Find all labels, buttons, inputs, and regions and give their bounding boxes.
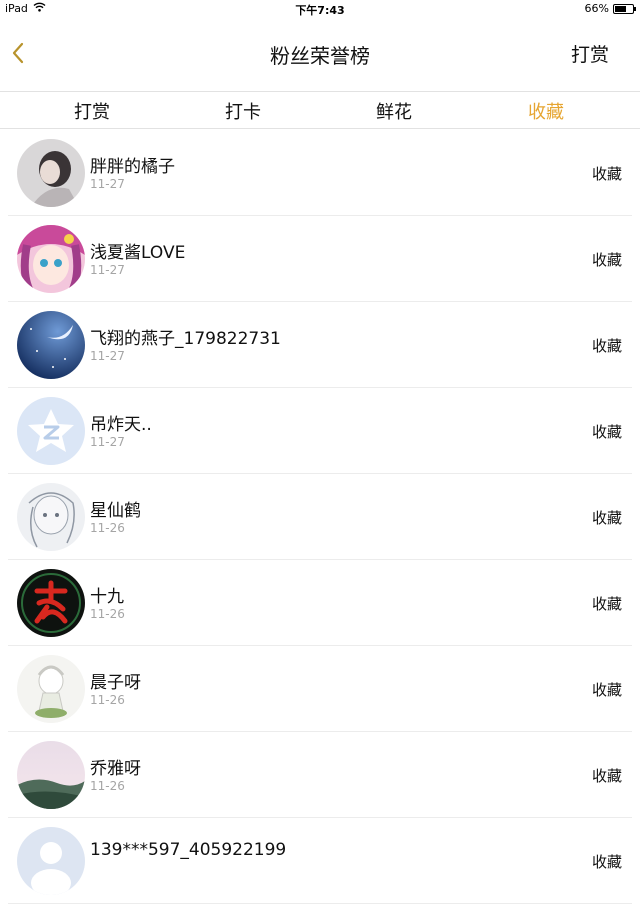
list-item[interactable]: 乔雅呀 11-26 收藏 [8,732,632,818]
date: 11-27 [90,263,125,277]
default-avatar-icon [17,827,85,895]
tab-flowers[interactable]: 鲜花 [334,98,454,124]
avatar[interactable] [17,311,85,379]
username: 139***597_405922199 [90,840,287,860]
date: 11-27 [90,435,125,449]
qq-default-avatar-icon [17,397,85,465]
date: 11-26 [90,779,125,793]
date: 11-26 [90,693,125,707]
avatar[interactable] [17,741,85,809]
username: 飞翔的燕子_179822731 [90,329,281,349]
status-time: 下午7:43 [295,4,345,17]
username: 十九 [90,587,124,607]
list-item[interactable]: 晨子呀 11-26 收藏 [8,646,632,732]
action-label: 收藏 [591,165,622,183]
battery-percent: 66% [584,2,609,15]
status-right: 66% [584,2,636,15]
username: 浅夏酱LOVE [90,243,186,263]
action-label: 收藏 [591,767,622,785]
avatar[interactable] [17,397,85,465]
tab-bar: 打赏 打卡 鲜花 收藏 [0,91,640,129]
action-label: 收藏 [591,853,622,871]
list-item[interactable]: 吊炸天.. 11-27 收藏 [8,388,632,474]
chibi-avatar-icon [17,655,85,723]
anime-girl-avatar-icon [17,225,85,293]
list-item[interactable]: 胖胖的橘子 11-27 收藏 [8,130,632,216]
fan-list: 胖胖的橘子 11-27 收藏 浅夏酱LOVE 11-27 收藏 飞翔的燕子_17… [0,130,640,904]
username: 胖胖的橘子 [90,157,175,177]
night-sky-avatar-icon [17,311,85,379]
list-item[interactable]: 十九 11-26 收藏 [8,560,632,646]
list-item[interactable]: 浅夏酱LOVE 11-27 收藏 [8,216,632,302]
date: 11-26 [90,607,125,621]
date: 11-27 [90,177,125,191]
battery-icon [613,4,636,14]
action-label: 收藏 [591,423,622,441]
avatar[interactable] [17,225,85,293]
list-item[interactable]: 星仙鹤 11-26 收藏 [8,474,632,560]
action-label: 收藏 [591,509,622,527]
action-label: 收藏 [591,251,622,269]
list-item[interactable]: 飞翔的燕子_179822731 11-27 收藏 [8,302,632,388]
tab-checkin[interactable]: 打卡 [183,98,303,124]
action-label: 收藏 [591,337,622,355]
tab-favorites[interactable]: 收藏 [486,98,606,124]
navigation-bar: 粉丝荣誉榜 打赏 [0,18,640,90]
landscape-avatar-icon [17,741,85,809]
girl-photo-avatar-icon [17,139,85,207]
date: 11-27 [90,349,125,363]
date: 11-26 [90,521,125,535]
reward-button[interactable]: 打赏 [571,40,609,67]
avatar[interactable] [17,827,85,895]
username: 晨子呀 [90,673,141,693]
avatar[interactable] [17,139,85,207]
list-item[interactable]: 139***597_405922199 收藏 [8,818,632,904]
action-label: 收藏 [591,595,622,613]
avatar[interactable] [17,483,85,551]
avatar[interactable] [17,569,85,637]
sketch-avatar-icon [17,483,85,551]
username: 吊炸天.. [90,415,152,435]
tab-reward[interactable]: 打赏 [32,98,152,124]
status-bar: iPad 下午7:43 66% [0,0,640,18]
action-label: 收藏 [591,681,622,699]
username: 乔雅呀 [90,759,141,779]
avatar[interactable] [17,655,85,723]
calligraphy-avatar-icon [17,569,85,637]
page-title: 粉丝荣誉榜 [270,44,370,68]
username: 星仙鹤 [90,501,141,521]
